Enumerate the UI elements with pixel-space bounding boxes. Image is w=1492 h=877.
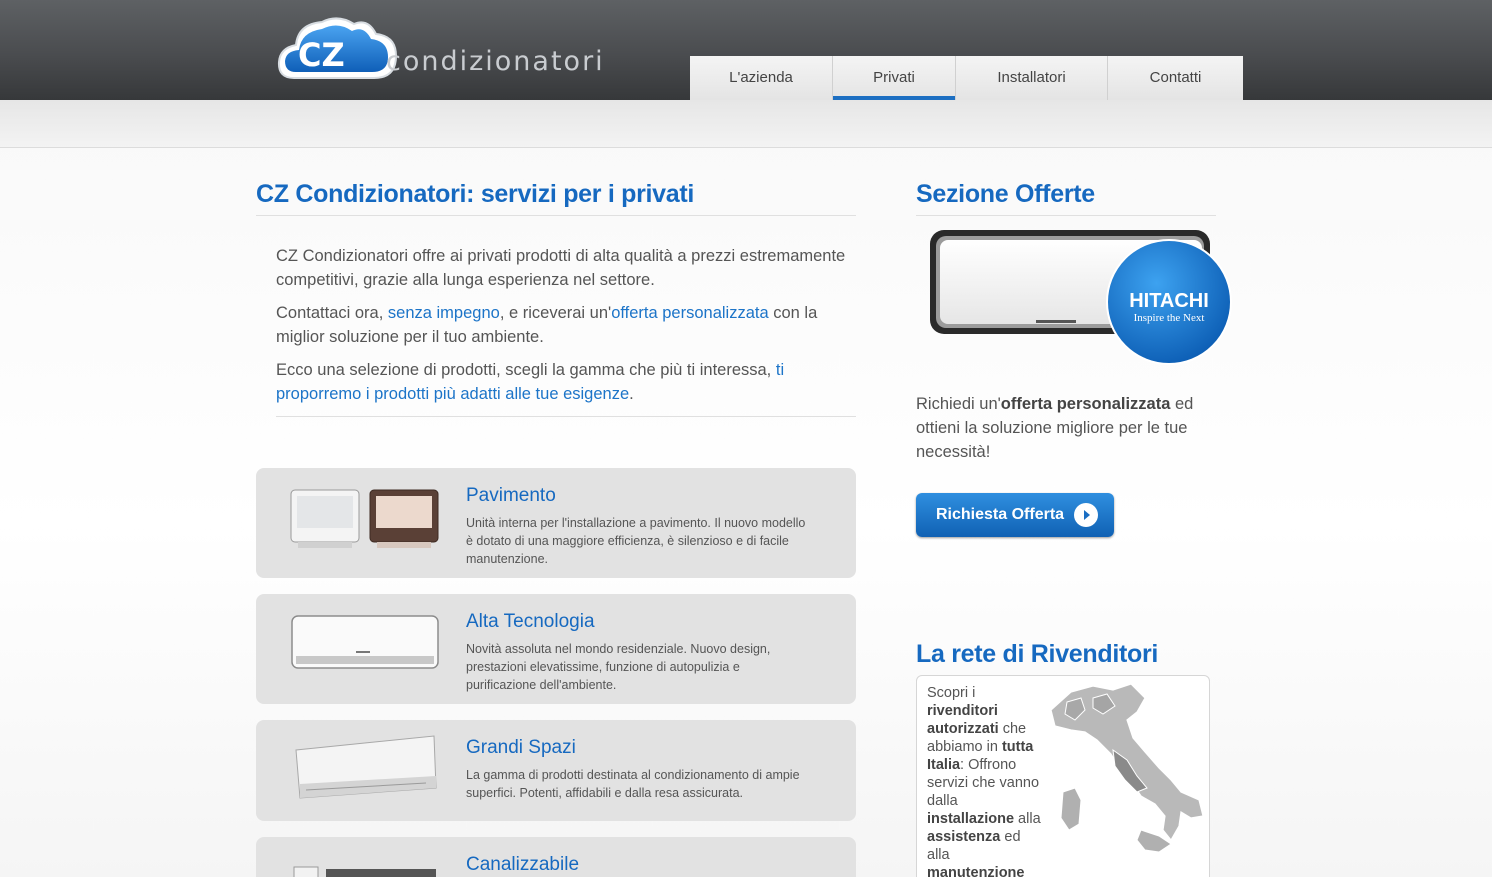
italy-map-image[interactable] [1041,680,1210,877]
dealers-panel[interactable]: Scopri i rivenditori autorizzati che abb… [916,675,1210,877]
dealers-description: Scopri i rivenditori autorizzati che abb… [927,685,1041,877]
product-card-pavimento[interactable]: Pavimento Unità interna per l'installazi… [256,468,856,578]
intro-text: CZ Condizionatori offre ai privati prodo… [276,244,856,417]
intro-paragraph-3: Ecco una selezione di prodotti, scegli l… [276,361,785,403]
site-logo[interactable]: CZ condizionatori [276,12,636,86]
arrow-right-icon [1074,503,1098,527]
hitachi-offer-banner[interactable]: HITACHI Inspire the Next [916,222,1236,372]
request-offer-button[interactable]: Richiesta Offerta [916,493,1114,537]
product-description: La gamma di prodotti destinata al condiz… [466,768,800,800]
product-description: Unità interna per l'installazione a pavi… [466,516,806,566]
product-title[interactable]: Alta Tecnologia [466,611,595,633]
nav-tab-installatori[interactable]: Installatori [956,56,1108,100]
product-title[interactable]: Pavimento [466,485,556,507]
intro-paragraph-1: CZ Condizionatori offre ai privati prodo… [276,247,846,289]
ducted-unit-image [293,866,436,877]
request-offer-label: Richiesta Offerta [936,506,1065,523]
product-title[interactable]: Grandi Spazi [466,737,576,759]
wall-unit-image [291,615,439,669]
brand-name: HITACHI [1129,290,1209,312]
header-band [0,100,1492,148]
floor-unit-image [290,489,439,548]
product-description: Novità assoluta nel mondo residenziale. … [466,642,771,692]
wide-unit-image [295,735,437,799]
product-title[interactable]: Canalizzabile [466,854,579,876]
site-header: CZ condizionatori L'azienda Privati Inst… [0,0,1492,100]
logo-text: condizionatori [386,46,605,77]
nav-tab-azienda[interactable]: L'azienda [690,56,833,100]
offer-description: Richiedi un'offerta personalizzata ed ot… [916,395,1194,461]
nav-tab-contatti[interactable]: Contatti [1108,56,1243,100]
logo-badge: CZ [298,36,345,74]
product-card-grandi-spazi[interactable]: Grandi Spazi La gamma di prodotti destin… [256,720,856,821]
custom-offer-link[interactable]: offerta personalizzata [611,304,768,322]
cloud-logo-icon: CZ [277,17,398,79]
page-title: CZ Condizionatori: servizi per i privati [256,180,856,216]
product-card-canalizzabile[interactable]: Canalizzabile [256,837,856,877]
product-card-alta-tecnologia[interactable]: Alta Tecnologia Novità assoluta nel mond… [256,594,856,704]
intro-paragraph-2: Contattaci ora, senza impegno, e ricever… [276,304,818,346]
no-obligation-link[interactable]: senza impegno [388,304,500,322]
brand-tagline: Inspire the Next [1134,312,1205,324]
nav-tab-privati[interactable]: Privati [833,56,956,100]
dealers-section-title: La rete di Rivenditori [916,640,1159,668]
main-nav: L'azienda Privati Installatori Contatti [690,56,1243,100]
offers-section-title: Sezione Offerte [916,180,1216,216]
